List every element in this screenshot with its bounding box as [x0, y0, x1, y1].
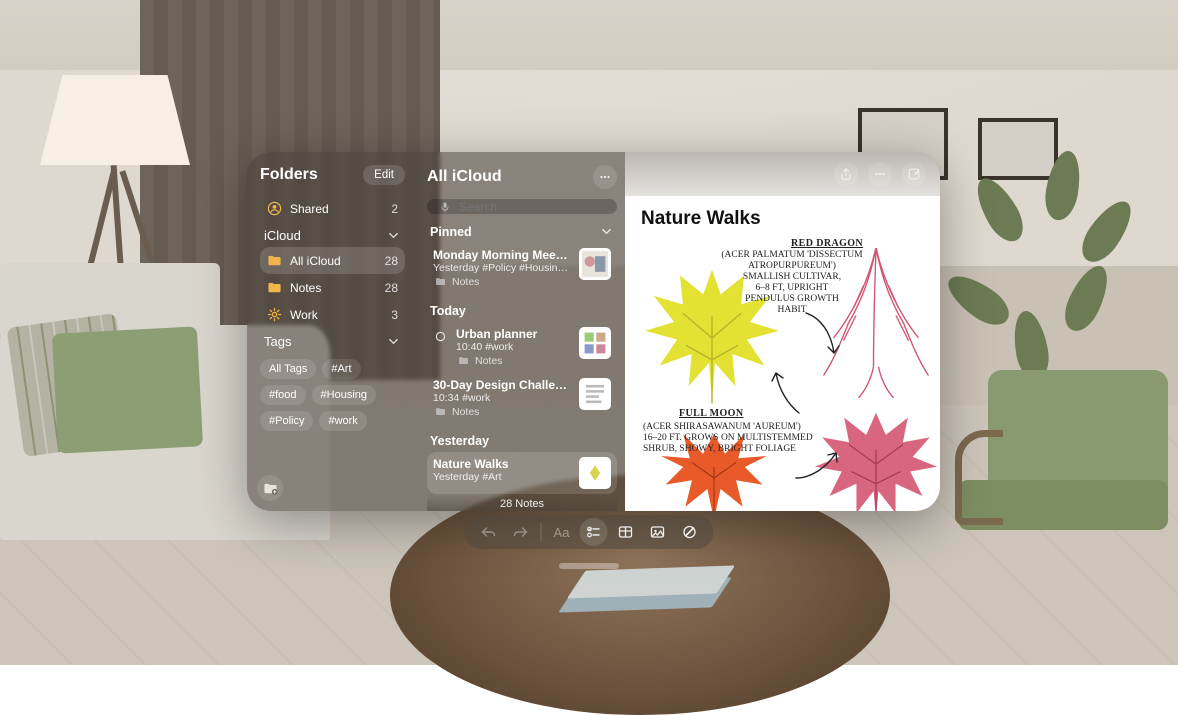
draw-button[interactable]: [676, 518, 704, 546]
section-icloud[interactable]: iCloud: [260, 222, 405, 247]
folders-sidebar: Folders Edit Shared 2 iCloud All iCloud …: [247, 152, 415, 511]
tag-food[interactable]: #food: [260, 385, 306, 405]
list-section-pinned[interactable]: Pinned: [427, 214, 617, 243]
folder-icon: [433, 274, 448, 289]
tag-policy[interactable]: #Policy: [260, 411, 313, 431]
tag-all[interactable]: All Tags: [260, 359, 316, 379]
sidebar-item-work[interactable]: Work 3: [260, 301, 405, 328]
folder-icon: [456, 353, 471, 368]
bullet-icon: [433, 329, 448, 344]
person-circle-icon: [267, 201, 282, 216]
media-button[interactable]: [644, 518, 672, 546]
undo-button[interactable]: [475, 518, 503, 546]
compose-button[interactable]: [902, 162, 926, 186]
redo-button[interactable]: [507, 518, 535, 546]
gear-icon: [267, 307, 282, 322]
folder-icon: [267, 253, 282, 268]
checklist-button[interactable]: [580, 518, 608, 546]
chevron-down-icon: [599, 224, 614, 239]
sidebar-item-all-icloud[interactable]: All iCloud 28: [260, 247, 405, 274]
note-thumbnail: [579, 327, 611, 359]
list-title: All iCloud: [427, 168, 585, 186]
folders-title: Folders: [260, 166, 318, 184]
note-sketch: RED DRAGON (ACER PALMATUM 'DISSECTUM ATR…: [641, 238, 924, 498]
format-toolbar: Aa: [465, 515, 714, 549]
list-section-yesterday: Yesterday: [427, 424, 617, 452]
label-red-dragon-title: RED DRAGON: [791, 238, 863, 250]
chevron-down-icon: [386, 334, 401, 349]
notes-list: All iCloud Pinned Monday Morning Meeting…: [415, 152, 625, 511]
notes-window: Folders Edit Shared 2 iCloud All iCloud …: [247, 152, 940, 511]
table-button[interactable]: [612, 518, 640, 546]
format-button[interactable]: Aa: [548, 518, 576, 546]
note-thumbnail: [579, 457, 611, 489]
mic-icon: [437, 199, 452, 214]
note-body[interactable]: Nature Walks: [625, 196, 940, 511]
tag-work[interactable]: #work: [319, 411, 366, 431]
note-title: Nature Walks: [641, 208, 924, 230]
label-full-moon-title: FULL MOON: [679, 408, 743, 420]
note-item[interactable]: 30-Day Design Challenge 10:34 #work Note…: [427, 373, 617, 424]
folder-icon: [267, 280, 282, 295]
tag-housing[interactable]: #Housing: [312, 385, 376, 405]
list-count-footer: 28 Notes: [427, 494, 617, 511]
section-tags[interactable]: Tags: [260, 328, 405, 353]
share-button[interactable]: [834, 162, 858, 186]
sidebar-item-count: 2: [391, 202, 398, 216]
new-folder-button[interactable]: [257, 475, 283, 501]
tags-list: All Tags #Art #food #Housing #Policy #wo…: [260, 359, 405, 431]
list-section-today: Today: [427, 294, 617, 322]
edit-button[interactable]: Edit: [363, 165, 405, 185]
note-item-selected[interactable]: Nature Walks Yesterday #Art: [427, 452, 617, 494]
chevron-down-icon: [386, 228, 401, 243]
note-pane: Nature Walks: [625, 152, 940, 511]
search-input[interactable]: [459, 200, 614, 214]
sidebar-item-notes[interactable]: Notes 28: [260, 274, 405, 301]
folder-icon: [433, 404, 448, 419]
list-more-button[interactable]: [593, 165, 617, 189]
sidebar-item-shared[interactable]: Shared 2: [260, 195, 405, 222]
note-toolbar: [625, 152, 940, 196]
window-grabber[interactable]: [559, 563, 619, 569]
search-field[interactable]: [427, 199, 617, 214]
note-item[interactable]: Urban planner 10:40 #work Notes: [427, 322, 617, 373]
note-item[interactable]: Monday Morning Meeting Yesterday #Policy…: [427, 243, 617, 294]
note-thumbnail: [579, 378, 611, 410]
note-more-button[interactable]: [868, 162, 892, 186]
sidebar-item-label: Shared: [290, 202, 329, 216]
tag-art[interactable]: #Art: [322, 359, 360, 379]
note-thumbnail: [579, 248, 611, 280]
label-red-dragon-body: (ACER PALMATUM 'DISSECTUM ATROPURPUREUM'…: [717, 250, 867, 316]
